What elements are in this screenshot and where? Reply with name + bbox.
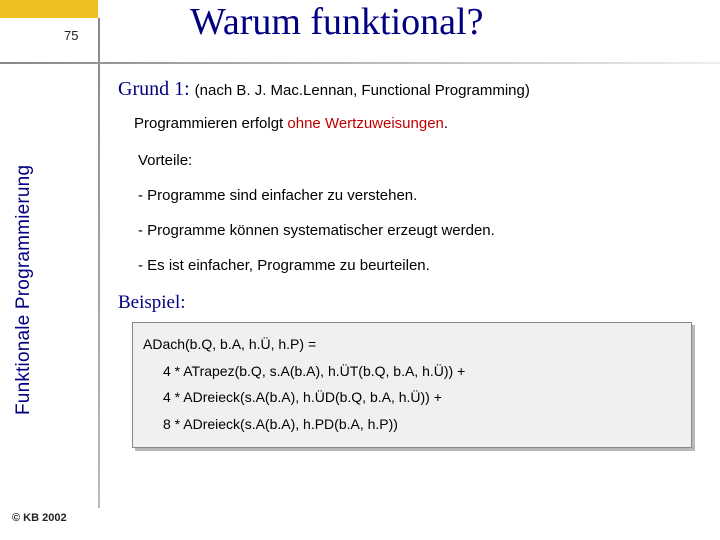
sidebar-label-text: Funktionale Programmierung — [13, 150, 35, 430]
subheading-highlight: ohne Wertzuweisungen — [287, 115, 444, 132]
subheading-suffix: . — [444, 115, 448, 132]
subheading-prefix: Programmieren erfolgt — [134, 115, 287, 132]
code-line: ADach(b.Q, b.A, h.Ü, h.P) = — [143, 331, 681, 358]
horizontal-divider — [0, 62, 720, 64]
vorteile-item: - Es ist einfacher, Programme zu beurtei… — [138, 257, 708, 274]
copyright: © KB 2002 — [12, 512, 67, 524]
vorteile-item: - Programme sind einfacher zu verstehen. — [138, 187, 708, 204]
code-line: 8 * ADreieck(s.A(b.A), h.PD(b.A, h.P)) — [143, 411, 681, 438]
code-line: 4 * ADreieck(s.A(b.A), h.ÜD(b.Q, b.A, h.… — [143, 384, 681, 411]
sidebar-label: Funktionale Programmierung — [13, 150, 43, 430]
beispiel-label: Beispiel: — [118, 292, 708, 314]
slide-content: Grund 1: (nach B. J. Mac.Lennan, Functio… — [118, 78, 708, 448]
grund-heading-label: Grund 1: — [118, 78, 190, 100]
slide-number: 75 — [64, 28, 78, 43]
grund-reference: (nach B. J. Mac.Lennan, Functional Progr… — [195, 82, 530, 99]
corner-accent — [0, 0, 98, 18]
vorteile-label: Vorteile: — [138, 152, 708, 169]
slide-title: Warum funktional? — [190, 0, 483, 44]
code-box: ADach(b.Q, b.A, h.Ü, h.P) = 4 * ATrapez(… — [132, 322, 692, 448]
subheading: Programmieren erfolgt ohne Wertzuweisung… — [134, 115, 708, 132]
vorteile-item: - Programme können systematischer erzeug… — [138, 222, 708, 239]
grund-heading: Grund 1: (nach B. J. Mac.Lennan, Functio… — [118, 78, 708, 101]
code-line: 4 * ATrapez(b.Q, s.A(b.A), h.ÜT(b.Q, b.A… — [143, 358, 681, 385]
vertical-divider — [98, 18, 100, 508]
